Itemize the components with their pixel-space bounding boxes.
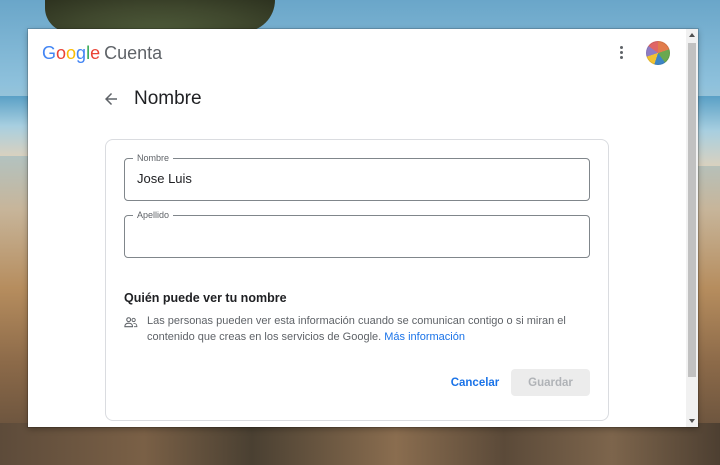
first-name-field: Nombre — [124, 152, 590, 201]
last-name-input[interactable] — [137, 216, 577, 255]
first-name-input[interactable] — [137, 159, 577, 198]
page-title: Nombre — [134, 88, 202, 109]
last-name-field: Apellido — [124, 209, 590, 258]
google-account-logo[interactable]: Google Cuenta — [42, 42, 162, 64]
browser-window: Google Cuenta Nombre Nombre Apellido Qui… — [28, 29, 698, 427]
desktop-background-rock — [45, 0, 275, 32]
scroll-down-icon[interactable] — [689, 419, 695, 423]
scrollbar-thumb[interactable] — [688, 43, 696, 377]
desktop-background-rocks — [0, 423, 720, 465]
desktop-background-sea-left — [0, 96, 28, 156]
people-icon — [124, 317, 138, 328]
logo-letter-o2: o — [66, 43, 77, 63]
app-header: Google Cuenta — [28, 29, 686, 79]
visibility-heading: Quién puede ver tu nombre — [124, 291, 287, 305]
scroll-up-icon[interactable] — [689, 33, 695, 37]
logo-letter-e: e — [90, 43, 101, 63]
visibility-description: Las personas pueden ver esta información… — [147, 314, 587, 345]
avatar[interactable] — [646, 41, 670, 65]
logo-letter-o1: o — [56, 43, 67, 63]
name-edit-card: Nombre Apellido Quién puede ver tu nombr… — [105, 139, 609, 421]
visibility-text: Las personas pueden ver esta información… — [147, 315, 566, 343]
more-info-link[interactable]: Más información — [384, 331, 465, 343]
cancel-button[interactable]: Cancelar — [444, 369, 506, 396]
more-vertical-icon[interactable] — [616, 44, 626, 62]
logo-letter-g2: g — [76, 43, 87, 63]
desktop-background-sea-right — [698, 96, 720, 166]
page-title-row: Nombre — [102, 87, 202, 111]
save-button[interactable]: Guardar — [511, 369, 590, 396]
product-name: Cuenta — [104, 43, 163, 63]
arrow-left-icon[interactable] — [102, 90, 120, 108]
vertical-scrollbar[interactable] — [686, 29, 698, 427]
logo-letter-g: G — [42, 43, 57, 63]
